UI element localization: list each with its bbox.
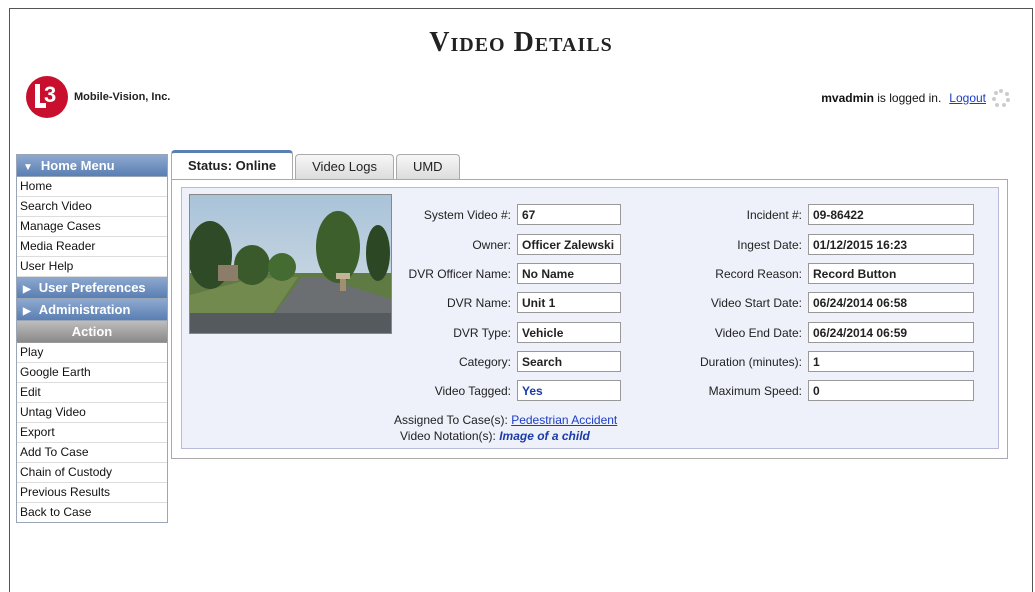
ingest-date-value: 01/12/2015 16:23 [808,234,974,255]
assigned-case-label: Assigned To Case(s): [394,413,508,427]
category-value: Search [517,351,621,372]
login-suffix: is logged in. [877,91,942,105]
field-video-end-date: Video End Date: 06/24/2014 06:59 [670,322,974,343]
system-video-value: 67 [517,204,621,225]
dvr-name-value: Unit 1 [517,292,621,313]
field-video-start-date: Video Start Date: 06/24/2014 06:58 [670,292,974,313]
field-category: Category: Search [394,351,621,372]
user-preferences-header[interactable]: ▶ User Preferences [17,277,167,299]
login-status: mvadmin is logged in. Logout [821,89,1010,107]
logo-text: Mobile-Vision, Inc. [74,91,171,103]
field-incident: Incident #: 09-86422 [670,204,974,225]
details-panel: System Video #: 67 Owner: Officer Zalews… [171,179,1008,459]
field-dvr-type: DVR Type: Vehicle [394,322,621,343]
video-thumbnail[interactable] [189,194,392,334]
assigned-case-row: Assigned To Case(s): Pedestrian Accident [394,412,617,428]
menu-item-home[interactable]: Home [17,177,167,197]
field-owner: Owner: Officer Zalewski [394,234,621,255]
username: mvadmin [821,91,874,105]
sidebar: ▼ Home Menu Home Search Video Manage Case… [16,154,168,523]
triangle-right-icon: ▶ [23,306,31,317]
dvr-officer-name-value: No Name [517,263,621,284]
tab-status-online[interactable]: Status: Online [171,150,294,179]
menu-item-media-reader[interactable]: Media Reader [17,237,167,257]
page-title: Video Details [429,27,613,58]
action-edit[interactable]: Edit [17,383,167,403]
field-system-video: System Video #: 67 [394,204,621,225]
case-info: Assigned To Case(s): Pedestrian Accident… [394,412,617,444]
action-back-to-case[interactable]: Back to Case [17,503,167,522]
tab-video-logs[interactable]: Video Logs [295,154,394,179]
maximum-speed-value: 0 [808,380,974,401]
field-ingest-date: Ingest Date: 01/12/2015 16:23 [670,234,974,255]
field-duration: Duration (minutes): 1 [670,351,974,372]
l3-logo-icon: 3 [26,76,68,118]
video-tagged-value: Yes [517,380,621,401]
record-reason-value: Record Button [808,263,974,284]
action-add-to-case[interactable]: Add To Case [17,443,167,463]
video-notation-label: Video Notation(s): [400,429,496,443]
action-header: Action [17,321,167,343]
menu-item-user-help[interactable]: User Help [17,257,167,277]
duration-value: 1 [808,351,974,372]
action-previous-results[interactable]: Previous Results [17,483,167,503]
menu-item-search-video[interactable]: Search Video [17,197,167,217]
action-play[interactable]: Play [17,343,167,363]
video-notation-value: Image of a child [499,429,590,443]
dvr-type-value: Vehicle [517,322,621,343]
menu-item-manage-cases[interactable]: Manage Cases [17,217,167,237]
home-menu-header[interactable]: ▼ Home Menu [17,155,167,177]
video-notation-row: Video Notation(s): Image of a child [394,428,617,444]
assigned-case-link[interactable]: Pedestrian Accident [511,413,617,427]
video-end-date-value: 06/24/2014 06:59 [808,322,974,343]
field-video-tagged: Video Tagged: Yes [394,380,621,401]
triangle-down-icon: ▼ [23,162,33,173]
action-export[interactable]: Export [17,423,167,443]
field-dvr-officer-name: DVR Officer Name: No Name [394,263,621,284]
triangle-right-icon: ▶ [23,284,31,295]
action-untag-video[interactable]: Untag Video [17,403,167,423]
tab-bar: Status: Online Video Logs UMD [171,150,462,179]
action-google-earth[interactable]: Google Earth [17,363,167,383]
action-chain-of-custody[interactable]: Chain of Custody [17,463,167,483]
owner-value: Officer Zalewski [517,234,621,255]
company-logo: 3 Mobile-Vision, Inc. [26,76,170,118]
tab-umd[interactable]: UMD [395,154,460,179]
video-start-date-value: 06/24/2014 06:58 [808,292,974,313]
loading-spinner-icon [992,89,1010,107]
administration-header[interactable]: ▶ Administration [17,299,167,321]
field-record-reason: Record Reason: Record Button [670,263,974,284]
incident-value: 09-86422 [808,204,974,225]
street-scene-image [190,195,391,333]
field-maximum-speed: Maximum Speed: 0 [670,380,974,401]
field-dvr-name: DVR Name: Unit 1 [394,292,621,313]
logout-link[interactable]: Logout [949,91,986,105]
details-inner: System Video #: 67 Owner: Officer Zalews… [181,187,999,449]
